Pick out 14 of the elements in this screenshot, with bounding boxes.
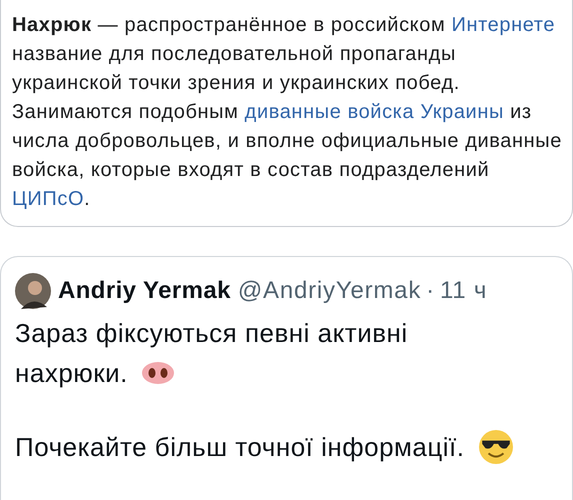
wiki-link[interactable]: диванные войска Украины [244,101,504,123]
pig-nose-icon [142,362,174,384]
tweet-text: нахрюки. [15,357,128,390]
tweet-text: Почекайте більш точної інформації. [15,431,464,464]
wiki-paragraph: Нахрюк — распространённое в российском Интернете название для последовательной пропаганды украинской точки зрения и украинских побед. Занимаются подобным диванные войска Украины из числа добровольцев, и вполне официальные диванные войска, которые входят в состав подразделений ЦИПсО. [12,13,564,212]
author-name[interactable]: Andriy Yermak [58,277,231,305]
separator: · [426,277,435,305]
wiki-link[interactable]: ЦИПсО [12,188,84,210]
wiki-link[interactable]: Интернете [452,14,556,36]
tweet-text: Зараз фіксуються певні активні [15,317,408,350]
avatar[interactable] [15,273,51,309]
sunglasses-face-icon [478,430,512,464]
author-handle[interactable]: @AndriyYermak [238,277,422,305]
timestamp[interactable]: 11 ч [440,277,488,305]
